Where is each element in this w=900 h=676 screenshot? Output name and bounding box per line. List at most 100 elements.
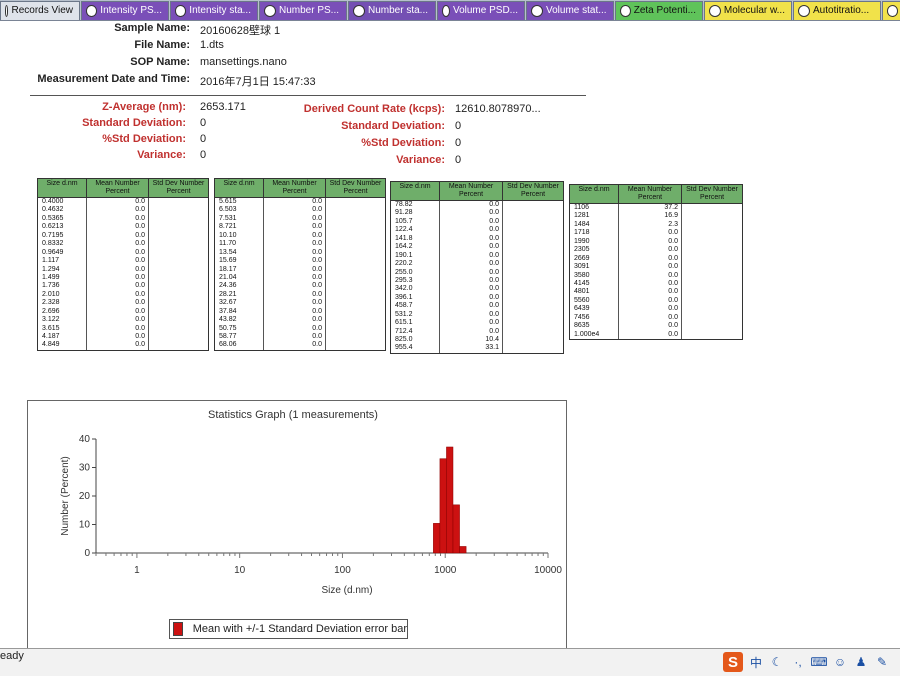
std-cell [682,331,742,339]
std-cell [503,336,563,344]
size-cell: 50.75 [219,324,237,332]
mean-cell: 0.0 [312,282,322,290]
tab-7[interactable]: Zeta Potenti... [615,1,703,20]
std-cell [326,240,385,248]
std-cell [682,255,742,263]
mean-cell: 0.0 [489,209,499,217]
mean-cell: 0.0 [135,231,145,239]
mean-cell: 0.0 [135,307,145,315]
tab-10[interactable]: Aggrega [882,1,900,20]
tab-0[interactable]: Records View [0,1,80,20]
tab-8[interactable]: Molecular w... [704,1,792,20]
tab-3[interactable]: Number PS... [259,1,347,20]
table-header: Size d.nm Mean Number Percent Std Dev Numb… [391,182,563,201]
mean-cell: 0.0 [312,257,322,265]
std-cell [326,206,385,214]
std-cell [682,280,742,288]
mean-cell: 0.0 [668,229,678,237]
mean-cell: 0.0 [489,293,499,301]
mean-cell: 0.0 [668,271,678,279]
punctuation-icon[interactable]: ·, [790,654,806,670]
tab-6[interactable]: Volume stat... [526,1,614,20]
stat-value: 12610.8078970... [455,103,541,115]
data-table-4: Size d.nm Mean Number Percent Std Dev Numb… [569,184,743,340]
stat-row-right: %Std Deviation: 0 [300,137,461,153]
ime-icon[interactable]: S [723,652,743,672]
size-cell: 220.2 [395,260,413,268]
tab-1[interactable]: Intensity PS... [81,1,169,20]
column-header-size: Size d.nm [38,179,87,197]
sample-name-label: Sample Name: [114,22,190,34]
stat-value: 0 [455,154,462,166]
mean-cell: 2.3 [668,220,678,228]
std-cell [682,272,742,280]
measurement-date-label: Measurement Date and Time: [37,73,190,85]
mean-cell: 0.0 [489,260,499,268]
mean-cell: 0.0 [489,226,499,234]
legend-swatch [173,622,183,636]
std-cell [503,302,563,310]
tab-4[interactable]: Number sta... [348,1,436,20]
y-tick-label: 0 [84,548,90,559]
stat-row-right: Standard Deviation: 0 [300,120,461,136]
tab-2[interactable]: Intensity sta... [170,1,258,20]
mean-cell: 0.0 [312,316,322,324]
std-cell [503,277,563,285]
tab-icon [709,5,721,17]
tab-strip: Records View Intensity PS... Intensity sta… [0,0,900,21]
mean-cell: 0.0 [135,248,145,256]
std-cell [326,291,385,299]
tab-5[interactable]: Volume PSD... [437,1,525,20]
std-cell [503,226,563,234]
mean-cell: 0.0 [312,290,322,298]
std-cell [503,328,563,336]
mean-cell: 0.0 [489,217,499,225]
mean-cell: 0.0 [312,206,322,214]
std-cell [326,316,385,324]
std-cell [326,282,385,290]
bar [452,504,460,554]
tab-icon [175,5,187,17]
mean-cell: 0.0 [312,240,322,248]
mean-cell: 0.0 [135,282,145,290]
data-table-2: Size d.nm Mean Number Percent Std Dev Numb… [214,178,386,351]
size-cell: 190.1 [395,251,413,259]
chinese-input-icon[interactable]: 中 [748,654,764,670]
stat-value: 0 [455,137,462,149]
size-cell: 18.17 [219,265,237,273]
wrench-icon[interactable]: ✎ [874,654,890,670]
mean-cell: 0.0 [489,268,499,276]
column-header-mean: Mean Number Percent [264,179,326,197]
x-tick-label: 10000 [534,565,562,576]
tab-label: Number PS... [279,5,340,16]
std-cell [682,288,742,296]
x-tick-label: 10 [234,565,246,576]
std-cell [149,341,208,349]
stat-value: 0 [200,117,207,129]
tab-icon [86,5,98,17]
y-axis-label: Number (Percent) [60,456,71,535]
table-header: Size d.nm Mean Number Percent Std Dev Numb… [38,179,208,198]
shirt-icon[interactable]: ♟ [853,654,869,670]
column-header-std: Std Dev Number Percent [329,180,382,195]
std-cell [503,252,563,260]
sop-name-label: SOP Name: [130,56,190,68]
mean-cell: 0.0 [489,285,499,293]
std-cell [503,269,563,277]
std-cell [326,223,385,231]
smiley-icon[interactable]: ☺ [832,654,848,670]
std-cell [149,206,208,214]
std-cell [326,257,385,265]
size-cell: 2305 [574,246,590,254]
size-cell: 5.615 [219,198,237,205]
moon-icon[interactable]: ☾ [769,654,785,670]
mean-cell: 0.0 [135,198,145,205]
mean-cell: 0.0 [312,214,322,222]
stat-label: Derived Count Rate (kcps): [303,103,445,115]
size-cell: 37.84 [219,307,237,315]
tab-9[interactable]: Autotitratio... [793,1,881,20]
std-cell [682,297,742,305]
mean-cell: 0.0 [135,223,145,231]
mean-cell: 0.0 [489,327,499,335]
keyboard-icon[interactable]: ⌨ [810,654,827,670]
